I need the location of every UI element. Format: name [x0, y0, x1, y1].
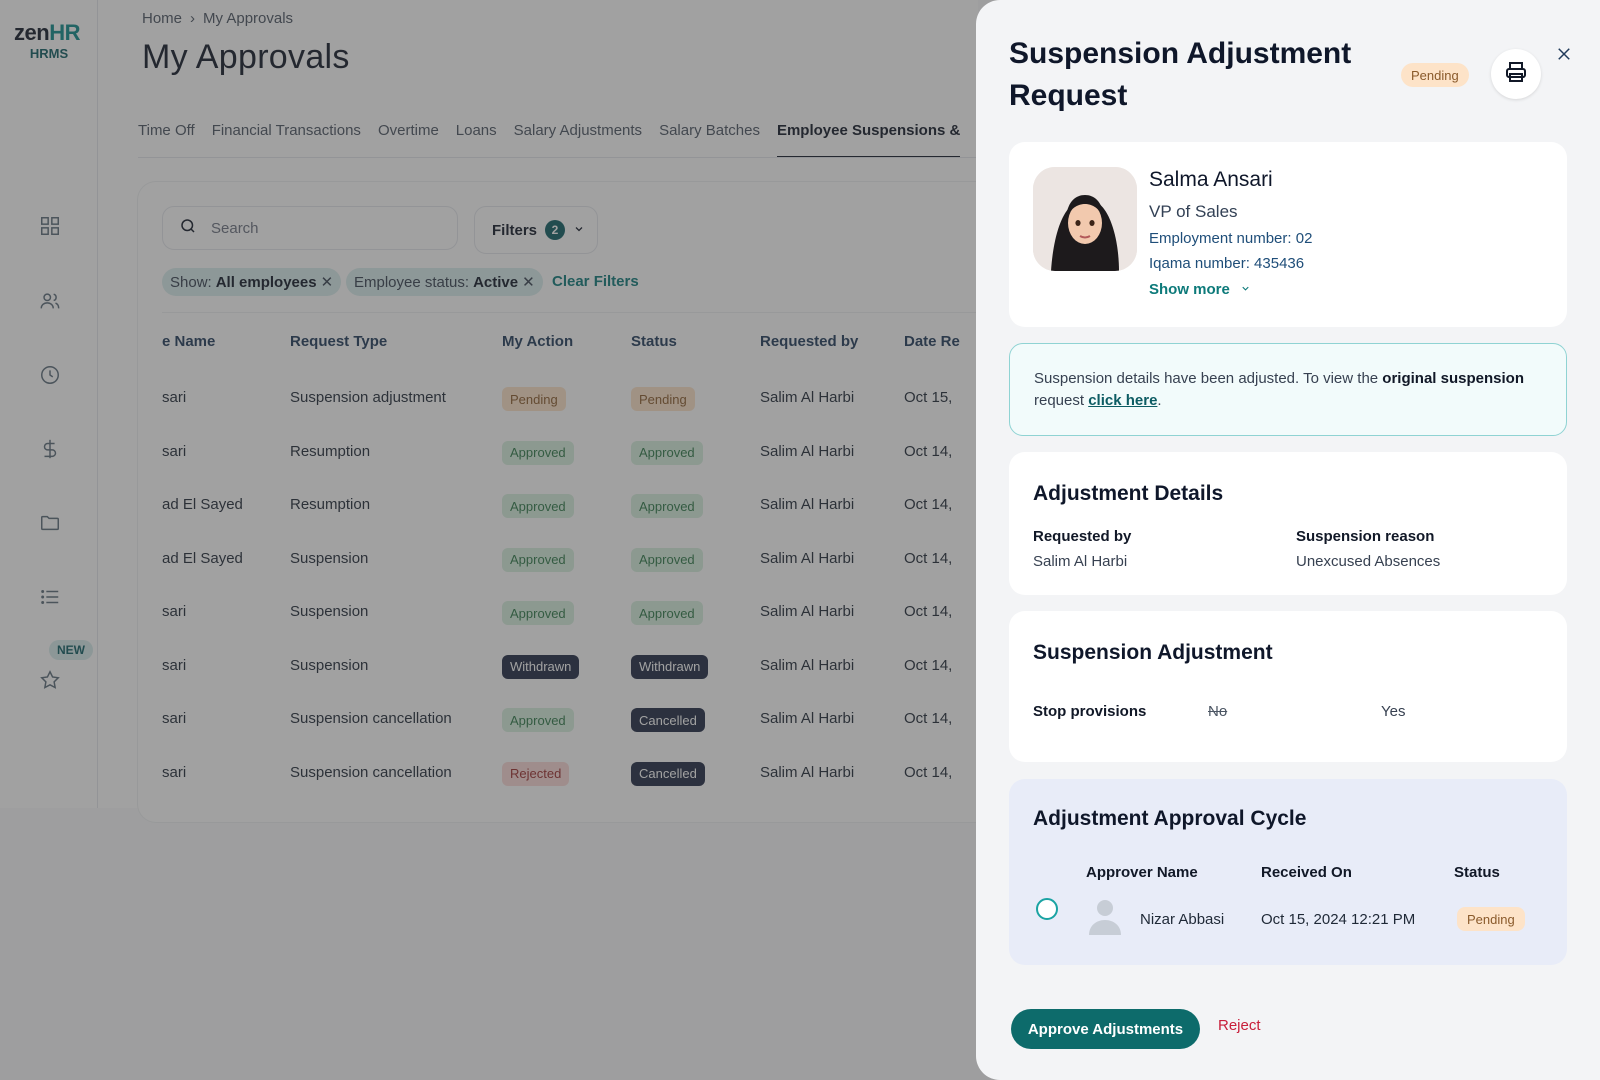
- requested-by-label: Requested by: [1033, 528, 1132, 545]
- approver-step-indicator: [1036, 898, 1058, 920]
- request-status-badge: Pending: [1401, 63, 1469, 87]
- suspension-adjustment-panel: Suspension Adjustment Stop provisions No…: [1009, 611, 1567, 762]
- approver-status-badge: Pending: [1457, 907, 1525, 931]
- employee-name: Salma Ansari: [1149, 168, 1273, 191]
- adjustment-details-panel: Adjustment Details Requested by Salim Al…: [1009, 452, 1567, 595]
- show-more-button[interactable]: Show more: [1149, 281, 1251, 298]
- close-drawer-button[interactable]: [1552, 44, 1576, 68]
- col-header-received-on: Received On: [1261, 864, 1352, 881]
- iqama-number: Iqama number: 435436: [1149, 255, 1305, 272]
- notice-text: .: [1157, 392, 1162, 409]
- stop-provisions-old-value: No: [1208, 703, 1228, 720]
- suspension-reason-label: Suspension reason: [1296, 528, 1435, 545]
- close-icon: [1555, 45, 1573, 68]
- notice-text: Suspension details have been adjusted. T…: [1034, 370, 1383, 387]
- requested-by-value: Salim Al Harbi: [1033, 553, 1128, 570]
- approve-adjustments-button[interactable]: Approve Adjustments: [1011, 1009, 1200, 1049]
- suspension-reason-value: Unexcused Absences: [1296, 553, 1441, 570]
- section-title: Adjustment Details: [1033, 482, 1224, 505]
- adjustment-notice: Suspension details have been adjusted. T…: [1009, 343, 1567, 436]
- notice-text: request: [1034, 392, 1089, 409]
- reject-button[interactable]: Reject: [1218, 1017, 1261, 1034]
- employee-card: Salma Ansari VP of Sales Employment numb…: [1009, 142, 1567, 327]
- received-on-value: Oct 15, 2024 12:21 PM: [1261, 911, 1416, 928]
- employee-role: VP of Sales: [1149, 202, 1238, 221]
- original-request-link[interactable]: click here: [1088, 392, 1157, 409]
- stop-provisions-label: Stop provisions: [1033, 703, 1147, 720]
- notice-bold-text: original suspension: [1382, 370, 1524, 387]
- approver-name: Nizar Abbasi: [1140, 911, 1225, 928]
- section-title: Adjustment Approval Cycle: [1033, 807, 1307, 830]
- chevron-down-icon: [1240, 281, 1251, 298]
- stop-provisions-new-value: Yes: [1381, 703, 1406, 720]
- request-drawer: Suspension Adjustment Request Pending Sa…: [976, 0, 1600, 1080]
- col-header-approver: Approver Name: [1086, 864, 1198, 881]
- drawer-title: Suspension Adjustment Request: [1009, 37, 1352, 112]
- avatar: [1033, 167, 1137, 271]
- user-icon: [1085, 895, 1125, 935]
- col-header-status: Status: [1454, 864, 1500, 881]
- employment-number: Employment number: 02: [1149, 230, 1313, 247]
- printer-icon: [1504, 60, 1528, 89]
- show-more-label: Show more: [1149, 281, 1230, 298]
- section-title: Suspension Adjustment: [1033, 641, 1273, 664]
- approval-cycle-panel: Adjustment Approval Cycle Approver Name …: [1009, 779, 1567, 965]
- print-button[interactable]: [1491, 49, 1541, 99]
